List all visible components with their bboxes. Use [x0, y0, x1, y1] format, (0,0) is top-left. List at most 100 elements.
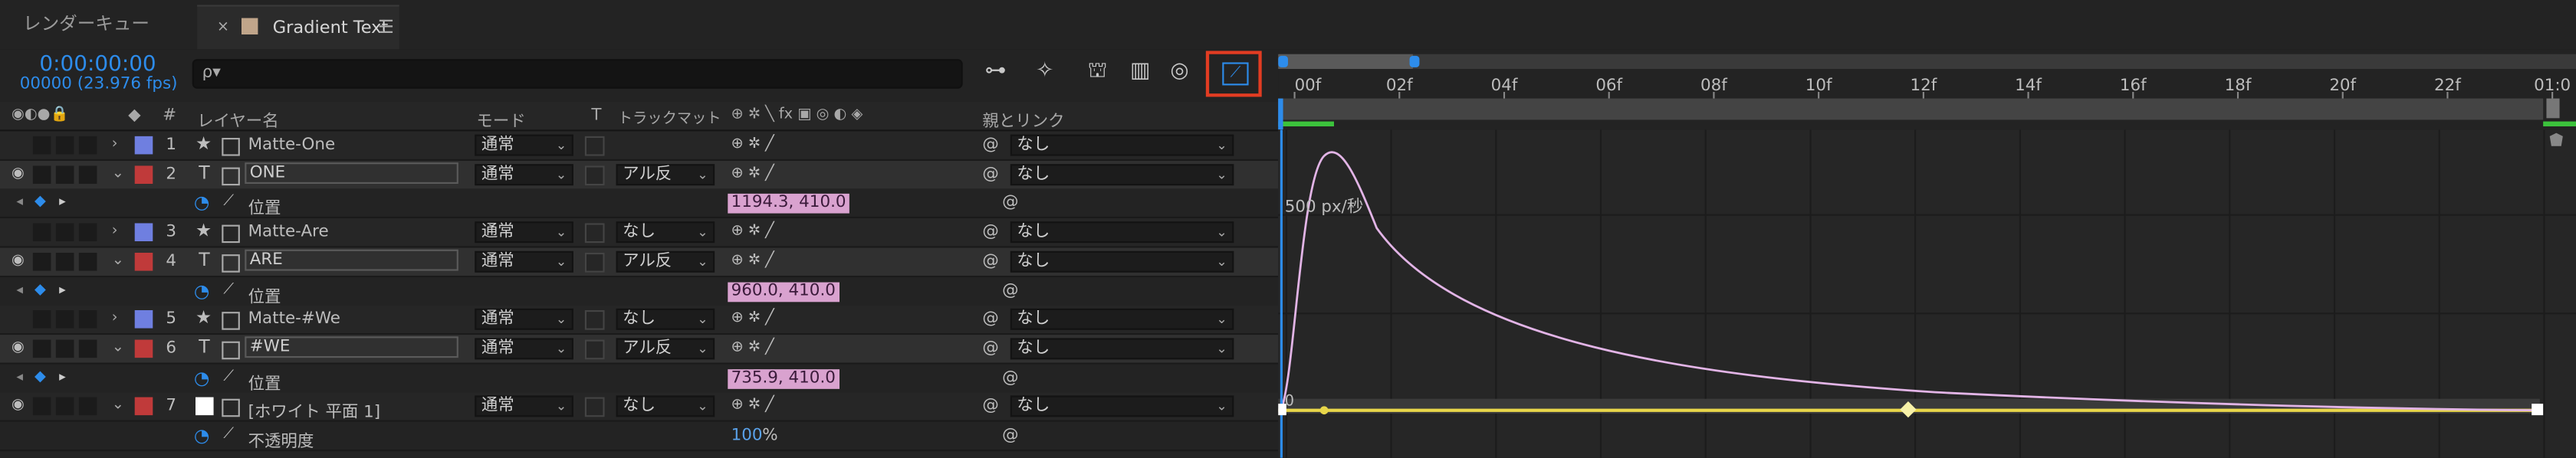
keyframe-handle-end[interactable]	[2532, 404, 2544, 416]
parent-dropdown[interactable]: なし ⌄	[1010, 338, 1234, 360]
prev-keyframe-icon[interactable]: ◂	[16, 282, 23, 296]
pickwhip-icon[interactable]: @	[1002, 368, 1018, 387]
stopwatch-icon[interactable]: ◔	[194, 193, 210, 214]
property-row[interactable]: ◂ ◆ ▸ ◔ ⟋ 位置 960.0, 410.0 @	[0, 276, 1279, 306]
label-color[interactable]	[134, 136, 153, 155]
eye-icon[interactable]: ◉	[12, 165, 25, 182]
next-keyframe-icon[interactable]: ▸	[59, 368, 66, 383]
property-row[interactable]: ◂ ◆ ▸ ◔ ⟋ 位置 735.9, 410.0 @	[0, 363, 1279, 394]
layer-name[interactable]: ARE	[245, 249, 458, 271]
stopwatch-icon[interactable]: ◔	[194, 280, 210, 301]
speed-curve[interactable]	[1280, 151, 2537, 412]
chevron-down-icon[interactable]: ⌄	[112, 339, 124, 355]
switch-icons[interactable]: ⊕ ✲ ╱	[731, 339, 774, 355]
next-keyframe-icon[interactable]: ▸	[59, 195, 66, 209]
bezier-handle[interactable]	[1319, 406, 1329, 415]
graph-icon[interactable]: ⟋	[223, 427, 234, 443]
stopwatch-icon[interactable]: ◔	[194, 367, 210, 388]
layer-row[interactable]: ◉ ⌄ 2 T ONE 通常 ⌄ アル反 ⌄ ⊕ ✲ ╱ @ なし ⌄	[0, 160, 1279, 190]
flowchart-icon[interactable]: ⊶	[982, 59, 1008, 85]
layer-name[interactable]: ONE	[245, 162, 458, 184]
parent-dropdown[interactable]: なし ⌄	[1010, 309, 1234, 331]
property-value[interactable]: 100	[731, 427, 763, 445]
mode-dropdown[interactable]: 通常 ⌄	[475, 221, 573, 244]
motion-blur-icon[interactable]: ◎	[1166, 59, 1192, 85]
tab-render-queue[interactable]: レンダーキュー	[23, 15, 150, 33]
pickwhip-icon[interactable]: @	[1002, 195, 1018, 213]
shy-icon[interactable]: ⛫	[1084, 59, 1110, 85]
layer-row[interactable]: › 3 ★ Matte-Are 通常 ⌄ なし ⌄ ⊕ ✲ ╱ @ なし ⌄	[0, 218, 1279, 248]
graph-editor[interactable]: 500 px/秒 0	[1278, 129, 2576, 458]
switch-icons[interactable]: ⊕ ✲ ╱	[731, 224, 774, 240]
layer-row[interactable]: ◉ ⌄ 6 T #WE 通常 ⌄ アル反 ⌄ ⊕ ✲ ╱ @ なし ⌄	[0, 334, 1279, 365]
keyframe-icon[interactable]: ◆	[34, 195, 46, 211]
pickwhip-icon[interactable]: @	[982, 310, 998, 329]
switch-icons[interactable]: ⊕ ✲ ╱	[731, 253, 774, 269]
keyframe-handle-start[interactable]	[1278, 404, 1286, 416]
mode-header[interactable]: モード	[476, 106, 525, 132]
search-input[interactable]: ρ▾	[192, 59, 963, 89]
property-row[interactable]: ◔ ⟋ 不透明度 100% @	[0, 421, 1279, 452]
switch-icons[interactable]: ⊕ ✲ ╱	[731, 397, 774, 414]
chevron-right-icon[interactable]: ›	[112, 224, 118, 240]
layer-name[interactable]: #WE	[245, 336, 458, 358]
parent-dropdown[interactable]: なし ⌄	[1010, 396, 1234, 417]
layer-name[interactable]: Matte-One	[248, 136, 336, 155]
track-matte-dropdown[interactable]: なし ⌄	[616, 221, 715, 244]
pickwhip-icon[interactable]: @	[982, 339, 998, 358]
next-keyframe-icon[interactable]: ▸	[59, 282, 66, 296]
menu-icon[interactable]: ☰	[378, 16, 394, 38]
property-value[interactable]: 1194.3, 410.0	[728, 194, 849, 214]
mode-dropdown[interactable]: 通常 ⌄	[475, 250, 573, 273]
layer-row[interactable]: › 1 ★ Matte-One 通常 ⌄ ⊕ ✲ ╱ @ なし ⌄	[0, 131, 1279, 161]
close-icon[interactable]: ×	[217, 20, 229, 36]
pickwhip-icon[interactable]: @	[982, 397, 998, 416]
mode-dropdown[interactable]: 通常 ⌄	[475, 163, 573, 185]
label-icon[interactable]: ◆	[128, 106, 141, 125]
parent-dropdown[interactable]: なし ⌄	[1010, 250, 1234, 273]
track-matte-dropdown[interactable]: アル反 ⌄	[616, 163, 715, 185]
pickwhip-icon[interactable]: @	[982, 224, 998, 242]
mode-dropdown[interactable]: 通常 ⌄	[475, 338, 573, 360]
pickwhip-icon[interactable]: @	[1002, 282, 1018, 300]
label-color[interactable]	[134, 252, 153, 271]
eye-icon[interactable]: ◉	[12, 397, 25, 414]
label-color[interactable]	[134, 397, 153, 416]
prev-keyframe-icon[interactable]: ◂	[16, 368, 23, 383]
layer-name[interactable]: Matte-#We	[248, 310, 340, 329]
property-value[interactable]: 960.0, 410.0	[728, 281, 840, 302]
tab-comp[interactable]: × Gradient Text ☰	[197, 5, 399, 50]
graph-icon[interactable]: ⟋	[223, 195, 234, 211]
keyframe-icon[interactable]: ◆	[34, 282, 46, 298]
eye-icon[interactable]: ◉	[12, 339, 25, 355]
mode-dropdown[interactable]: 通常 ⌄	[475, 309, 573, 331]
chevron-down-icon[interactable]: ⌄	[112, 397, 124, 414]
track-matte-header[interactable]: トラックマット	[618, 106, 721, 128]
layer-row[interactable]: ◉ ⌄ 4 T ARE 通常 ⌄ アル反 ⌄ ⊕ ✲ ╱ @ なし ⌄	[0, 247, 1279, 277]
draft-3d-icon[interactable]: ✧	[1032, 59, 1058, 85]
chevron-right-icon[interactable]: ›	[112, 310, 118, 326]
graph-icon[interactable]: ⟋	[223, 282, 234, 298]
label-color[interactable]	[134, 310, 153, 329]
graph-editor-button[interactable]: ⟋	[1205, 51, 1262, 97]
parent-dropdown[interactable]: なし ⌄	[1010, 163, 1234, 185]
switches-header[interactable]: ⊕ ✲ ╲ fx ▣ ◎ ◐ ◈	[731, 106, 863, 123]
switch-icons[interactable]: ⊕ ✲ ╱	[731, 310, 774, 326]
pickwhip-icon[interactable]: @	[1002, 427, 1018, 445]
time-ruler[interactable]: 00f 02f 04f 06f 08f 10f 12f 14f 16f 18f 20f 22f 01:0	[1276, 49, 2576, 130]
av-switches-icon[interactable]: ◉◐●🔒	[12, 106, 68, 123]
graph-icon[interactable]: ⟋	[223, 368, 234, 384]
snapshot-icon[interactable]	[2549, 132, 2563, 146]
label-color[interactable]	[134, 223, 153, 242]
prev-keyframe-icon[interactable]: ◂	[16, 195, 23, 209]
track-matte-dropdown[interactable]: なし ⌄	[616, 396, 715, 417]
track-matte-dropdown[interactable]: アル反 ⌄	[616, 250, 715, 273]
layer-name[interactable]: [ホワイト 平面 1]	[248, 397, 381, 423]
track-matte-dropdown[interactable]: アル反 ⌄	[616, 338, 715, 360]
parent-header[interactable]: 親とリンク	[982, 106, 1064, 132]
pickwhip-icon[interactable]: @	[982, 136, 998, 155]
stopwatch-icon[interactable]: ◔	[194, 425, 210, 447]
mode-dropdown[interactable]: 通常 ⌄	[475, 134, 573, 156]
parent-dropdown[interactable]: なし ⌄	[1010, 221, 1234, 244]
eye-icon[interactable]: ◉	[12, 253, 25, 269]
